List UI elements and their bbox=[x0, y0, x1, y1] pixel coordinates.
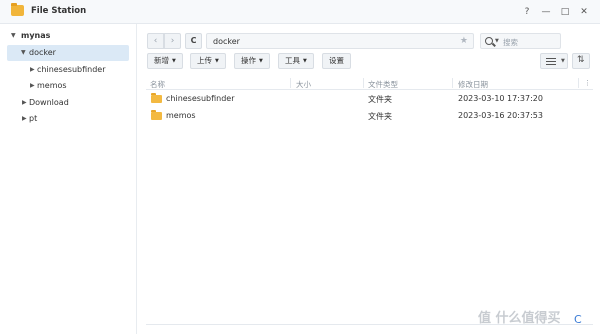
refresh-icon[interactable]: C bbox=[574, 313, 582, 326]
chevron-down-icon: ▼ bbox=[303, 58, 307, 64]
action-button-label: 操作 bbox=[241, 56, 256, 65]
tree-root-mynas[interactable]: ▼ mynas bbox=[0, 28, 137, 44]
file-type: 文件夹 bbox=[368, 112, 392, 121]
chevron-right-icon[interactable]: ▶ bbox=[22, 95, 27, 111]
upload-button[interactable]: 上传 ▼ bbox=[190, 53, 226, 69]
tools-button-label: 工具 bbox=[285, 56, 300, 65]
chevron-down-icon[interactable]: ▼ bbox=[11, 28, 16, 44]
column-modified[interactable]: 修改日期 bbox=[458, 79, 488, 90]
star-icon[interactable]: ★ bbox=[460, 36, 468, 46]
column-size[interactable]: 大小 bbox=[296, 79, 311, 90]
action-button[interactable]: 操作 ▼ bbox=[234, 53, 270, 69]
chevron-down-icon[interactable]: ▼ bbox=[21, 45, 26, 61]
tree-item-chinesesubfinder[interactable]: ▶ chinesesubfinder bbox=[0, 62, 137, 78]
tree-item-pt[interactable]: ▶ pt bbox=[0, 111, 137, 127]
view-mode-button[interactable]: ▼ bbox=[540, 53, 568, 69]
forward-button[interactable]: › bbox=[164, 33, 181, 49]
sidebar: ▼ mynas ▼ docker ▶ chinesesubfinder ▶ me… bbox=[0, 24, 137, 334]
title-bar: File Station ? — □ ✕ bbox=[0, 0, 600, 24]
column-divider[interactable] bbox=[452, 78, 453, 88]
tree-item-docker[interactable]: ▼ docker bbox=[7, 45, 129, 61]
upload-button-label: 上传 bbox=[197, 56, 212, 65]
file-station-icon bbox=[11, 3, 24, 16]
column-divider[interactable] bbox=[363, 78, 364, 88]
column-menu-icon[interactable]: ⋮ bbox=[584, 79, 591, 87]
table-row[interactable]: chinesesubfinder 文件夹 2023-03-10 17:37:20 bbox=[146, 92, 593, 108]
chevron-right-icon[interactable]: ▶ bbox=[22, 111, 27, 127]
create-button[interactable]: 新增 ▼ bbox=[147, 53, 183, 69]
column-type[interactable]: 文件类型 bbox=[368, 79, 398, 90]
chevron-down-icon: ▼ bbox=[172, 58, 176, 64]
file-list-header: 名称 大小 文件类型 修改日期 ⋮ bbox=[146, 76, 593, 90]
folder-icon bbox=[151, 93, 162, 103]
sort-icon: ⇅ bbox=[577, 55, 585, 65]
create-button-label: 新增 bbox=[154, 56, 169, 65]
file-name: memos bbox=[166, 111, 196, 120]
chevron-down-icon: ▼ bbox=[259, 58, 263, 64]
file-modified: 2023-03-16 20:37:53 bbox=[458, 111, 543, 120]
tree-item-label: docker bbox=[29, 48, 56, 57]
tools-button[interactable]: 工具 ▼ bbox=[278, 53, 314, 69]
chevron-down-icon: ▼ bbox=[561, 58, 565, 64]
search-placeholder: 搜索 bbox=[503, 38, 518, 47]
file-type: 文件夹 bbox=[368, 95, 392, 104]
settings-button-label: 设置 bbox=[329, 56, 344, 65]
tree-item-download[interactable]: ▶ Download bbox=[0, 95, 137, 111]
column-name[interactable]: 名称 bbox=[150, 79, 165, 90]
tree-item-label: chinesesubfinder bbox=[37, 65, 106, 74]
tree-root-label: mynas bbox=[21, 31, 51, 40]
path-text: docker bbox=[213, 37, 240, 46]
column-divider[interactable] bbox=[578, 78, 579, 88]
back-button[interactable]: ‹ bbox=[147, 33, 164, 49]
watermark: 值 什么值得买 bbox=[478, 311, 561, 326]
file-modified: 2023-03-10 17:37:20 bbox=[458, 94, 543, 103]
sort-button[interactable]: ⇅ bbox=[572, 53, 590, 69]
folder-icon bbox=[151, 110, 162, 120]
path-bar[interactable]: docker ★ bbox=[206, 33, 474, 49]
tree-item-label: pt bbox=[29, 114, 38, 123]
settings-button[interactable]: 设置 bbox=[322, 53, 351, 69]
help-button[interactable]: ? bbox=[520, 5, 534, 19]
table-row[interactable]: memos 文件夹 2023-03-16 20:37:53 bbox=[146, 109, 593, 125]
app-title: File Station bbox=[31, 6, 87, 16]
chevron-down-icon[interactable]: ▼ bbox=[495, 38, 499, 44]
list-view-icon bbox=[546, 58, 556, 65]
refresh-button[interactable]: C bbox=[185, 33, 202, 49]
search-icon bbox=[485, 37, 493, 45]
chevron-down-icon: ▼ bbox=[215, 58, 219, 64]
column-divider[interactable] bbox=[290, 78, 291, 88]
search-input[interactable]: ▼ 搜索 bbox=[480, 33, 561, 49]
tree-item-label: Download bbox=[29, 98, 69, 107]
chevron-right-icon[interactable]: ▶ bbox=[30, 62, 35, 78]
maximize-button[interactable]: □ bbox=[558, 5, 572, 19]
chevron-right-icon[interactable]: ▶ bbox=[30, 78, 35, 94]
close-button[interactable]: ✕ bbox=[577, 5, 591, 19]
file-name: chinesesubfinder bbox=[166, 94, 235, 103]
tree-item-label: memos bbox=[37, 81, 67, 90]
tree-item-memos[interactable]: ▶ memos bbox=[0, 78, 137, 94]
minimize-button[interactable]: — bbox=[539, 5, 553, 19]
